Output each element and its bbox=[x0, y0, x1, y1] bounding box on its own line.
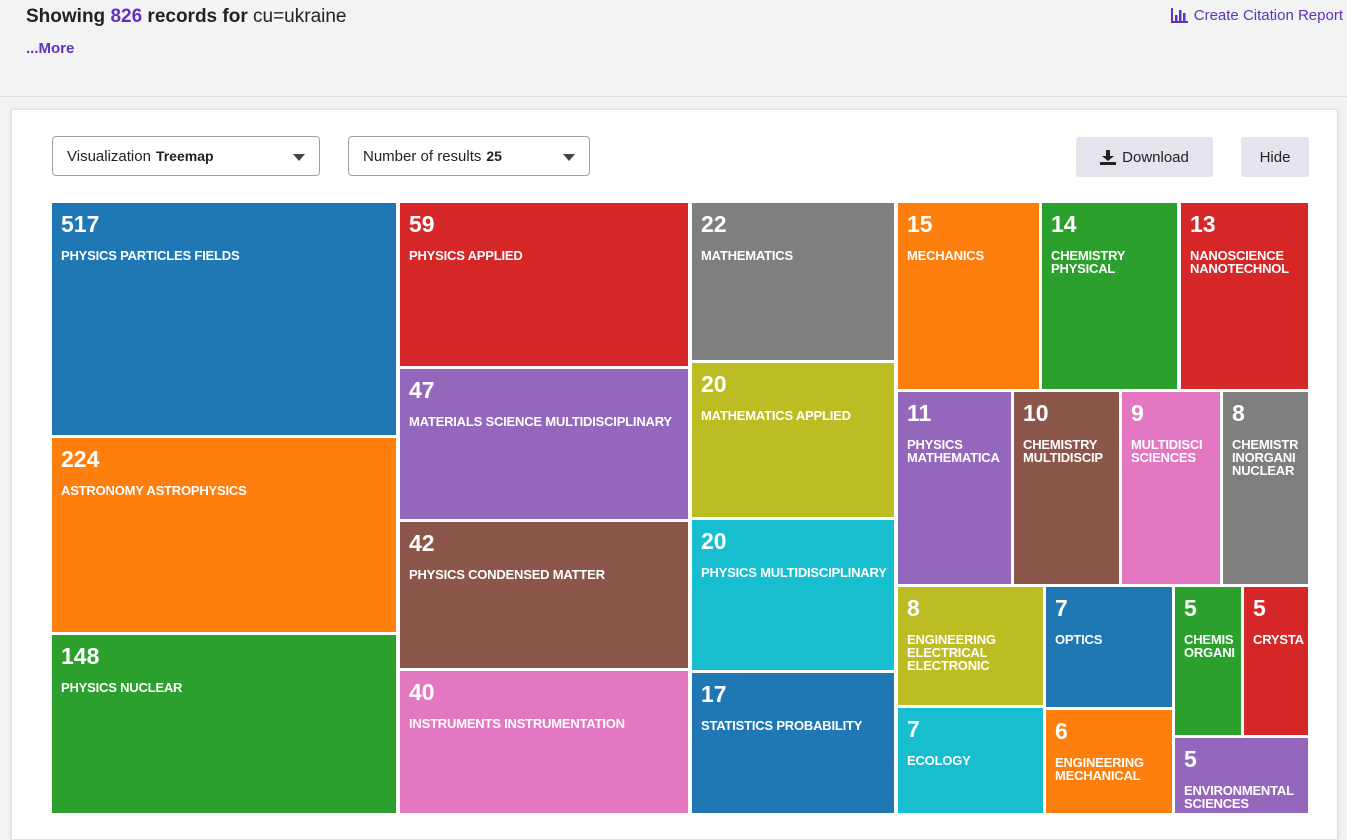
hide-label: Hide bbox=[1259, 148, 1291, 166]
treemap-cell-label: ENGINEERING MECHANICAL bbox=[1055, 755, 1144, 783]
treemap-cell-label: PHYSICS MATHEMATICA bbox=[907, 437, 1000, 465]
treemap-cell-label: ASTRONOMY ASTROPHYSICS bbox=[61, 483, 247, 498]
treemap-cell-label: MATERIALS SCIENCE MULTIDISCIPLINARY bbox=[409, 414, 672, 429]
treemap-cell-value: 22 bbox=[701, 211, 727, 237]
treemap-cell[interactable]: 42 PHYSICS CONDENSED MATTER bbox=[400, 522, 688, 668]
treemap-cell-value: 17 bbox=[701, 681, 727, 707]
treemap-cell[interactable]: 22 MATHEMATICS bbox=[692, 203, 894, 360]
treemap-cell-label: INSTRUMENTS INSTRUMENTATION bbox=[409, 716, 625, 731]
treemap-cell-value: 5 bbox=[1253, 595, 1266, 621]
treemap-cell-value: 224 bbox=[61, 446, 100, 472]
results-label: Number of results bbox=[363, 147, 482, 165]
treemap-cell[interactable]: 59 PHYSICS APPLIED bbox=[400, 203, 688, 366]
chevron-down-icon bbox=[293, 154, 305, 161]
treemap-cell[interactable]: 20 PHYSICS MULTIDISCIPLINARY bbox=[692, 520, 894, 670]
treemap-cell-value: 7 bbox=[1055, 595, 1068, 621]
treemap-cell-label: MATHEMATICS APPLIED bbox=[701, 408, 851, 423]
treemap-cell-value: 6 bbox=[1055, 718, 1068, 744]
treemap-cell[interactable]: 7 ECOLOGY bbox=[898, 708, 1043, 813]
treemap-cell-label: PHYSICS MULTIDISCIPLINARY bbox=[701, 565, 887, 580]
record-count: 826 bbox=[110, 6, 143, 27]
hide-button[interactable]: Hide bbox=[1241, 137, 1309, 177]
treemap-cell-value: 15 bbox=[907, 211, 933, 237]
treemap-cell-value: 8 bbox=[1232, 400, 1245, 426]
visualization-select[interactable]: Visualization Treemap bbox=[52, 136, 320, 176]
create-citation-report-link[interactable]: Create Citation Report bbox=[1170, 7, 1343, 24]
treemap-cell[interactable]: 14 CHEMISTRY PHYSICAL bbox=[1042, 203, 1177, 389]
treemap-cell-label: MULTIDISCI SCIENCES bbox=[1131, 437, 1203, 465]
visualization-label: Visualization bbox=[67, 147, 151, 165]
citation-report-label: Create Citation Report bbox=[1193, 7, 1343, 24]
more-link[interactable]: ...More bbox=[26, 40, 74, 57]
treemap-cell-value: 42 bbox=[409, 530, 435, 556]
visualization-value: Treemap bbox=[155, 148, 214, 164]
treemap-cell-label: CRYSTA bbox=[1253, 632, 1304, 647]
treemap-cell[interactable]: 17 STATISTICS PROBABILITY bbox=[692, 673, 894, 813]
treemap-cell[interactable]: 224 ASTRONOMY ASTROPHYSICS bbox=[52, 438, 396, 632]
treemap-cell-value: 14 bbox=[1051, 211, 1077, 237]
treemap-cell-label: MATHEMATICS bbox=[701, 248, 793, 263]
treemap-cell-value: 8 bbox=[907, 595, 920, 621]
results-summary: Showing 826 records for cu=ukraine bbox=[26, 6, 347, 28]
treemap-cell-label: STATISTICS PROBABILITY bbox=[701, 718, 863, 733]
treemap-cell[interactable]: 517 PHYSICS PARTICLES FIELDS bbox=[52, 203, 396, 435]
treemap-cell-label: CHEMISTRY MULTIDISCIP bbox=[1023, 437, 1103, 465]
treemap-cell[interactable]: 40 INSTRUMENTS INSTRUMENTATION bbox=[400, 671, 688, 813]
treemap-cell-value: 9 bbox=[1131, 400, 1144, 426]
records-for-label: records for bbox=[147, 6, 248, 27]
bar-chart-icon bbox=[1170, 8, 1188, 23]
treemap-cell[interactable]: 5 ENVIRONMENTAL SCIENCES bbox=[1175, 738, 1308, 813]
treemap-cell[interactable]: 13 NANOSCIENCE NANOTECHNOL bbox=[1181, 203, 1308, 389]
download-label: Download bbox=[1122, 148, 1189, 166]
treemap-cell-value: 7 bbox=[907, 716, 920, 742]
treemap-cell-value: 40 bbox=[409, 679, 435, 705]
treemap-cell[interactable]: 148 PHYSICS NUCLEAR bbox=[52, 635, 396, 813]
treemap-cell-label: PHYSICS APPLIED bbox=[409, 248, 523, 263]
chevron-down-icon bbox=[563, 154, 575, 161]
download-button[interactable]: Download bbox=[1076, 137, 1213, 177]
treemap-cell[interactable]: 47 MATERIALS SCIENCE MULTIDISCIPLINARY bbox=[400, 369, 688, 519]
treemap-cell-value: 5 bbox=[1184, 746, 1197, 772]
results-header: Showing 826 records for cu=ukraine ...Mo… bbox=[0, 0, 1347, 97]
treemap-cell-value: 59 bbox=[409, 211, 435, 237]
treemap-cell[interactable]: 9 MULTIDISCI SCIENCES bbox=[1122, 392, 1220, 584]
treemap-cell-value: 5 bbox=[1184, 595, 1197, 621]
treemap-chart: 517 PHYSICS PARTICLES FIELDS 224 ASTRONOMY … bbox=[52, 203, 1308, 813]
treemap-cell-value: 517 bbox=[61, 211, 100, 237]
treemap-cell[interactable]: 11 PHYSICS MATHEMATICA bbox=[898, 392, 1011, 584]
treemap-cell[interactable]: 6 ENGINEERING MECHANICAL bbox=[1046, 710, 1172, 813]
number-of-results-select[interactable]: Number of results 25 bbox=[348, 136, 590, 176]
treemap-cell-label: ENVIRONMENTAL SCIENCES bbox=[1184, 783, 1294, 811]
treemap-cell-value: 11 bbox=[907, 400, 932, 426]
treemap-cell-label: ECOLOGY bbox=[907, 753, 971, 768]
results-value: 25 bbox=[486, 148, 502, 164]
treemap-cell[interactable]: 8 ENGINEERING ELECTRICAL ELECTRONIC bbox=[898, 587, 1043, 705]
treemap-cell-label: MECHANICS bbox=[907, 248, 984, 263]
treemap-cell-label: PHYSICS PARTICLES FIELDS bbox=[61, 248, 240, 263]
download-icon bbox=[1100, 149, 1117, 165]
treemap-cell-value: 47 bbox=[409, 377, 435, 403]
treemap-cell[interactable]: 20 MATHEMATICS APPLIED bbox=[692, 363, 894, 517]
treemap-cell-label: PHYSICS NUCLEAR bbox=[61, 680, 183, 695]
treemap-cell-value: 13 bbox=[1190, 211, 1216, 237]
search-query: cu=ukraine bbox=[253, 6, 347, 27]
treemap-cell-label: NANOSCIENCE NANOTECHNOL bbox=[1190, 248, 1289, 276]
treemap-cell-value: 148 bbox=[61, 643, 100, 669]
treemap-cell[interactable]: 5 CHEMIS ORGANI bbox=[1175, 587, 1241, 735]
treemap-cell[interactable]: 7 OPTICS bbox=[1046, 587, 1172, 707]
treemap-cell-label: PHYSICS CONDENSED MATTER bbox=[409, 567, 605, 582]
treemap-cell-label: OPTICS bbox=[1055, 632, 1103, 647]
treemap-cell-label: CHEMISTRY PHYSICAL bbox=[1051, 248, 1126, 276]
treemap-cell[interactable]: 10 CHEMISTRY MULTIDISCIP bbox=[1014, 392, 1119, 584]
treemap-cell-label: CHEMISTR INORGANI NUCLEAR bbox=[1232, 437, 1299, 478]
treemap-cell-label: ENGINEERING ELECTRICAL ELECTRONIC bbox=[907, 632, 996, 673]
treemap-cell-value: 20 bbox=[701, 371, 727, 397]
treemap-cell-label: CHEMIS ORGANI bbox=[1184, 632, 1235, 660]
treemap-cell-value: 10 bbox=[1023, 400, 1049, 426]
treemap-cell-value: 20 bbox=[701, 528, 727, 554]
treemap-cell[interactable]: 8 CHEMISTR INORGANI NUCLEAR bbox=[1223, 392, 1308, 584]
treemap-cell[interactable]: 5 CRYSTA bbox=[1244, 587, 1308, 735]
treemap-cell[interactable]: 15 MECHANICS bbox=[898, 203, 1039, 389]
showing-label: Showing bbox=[26, 6, 106, 27]
